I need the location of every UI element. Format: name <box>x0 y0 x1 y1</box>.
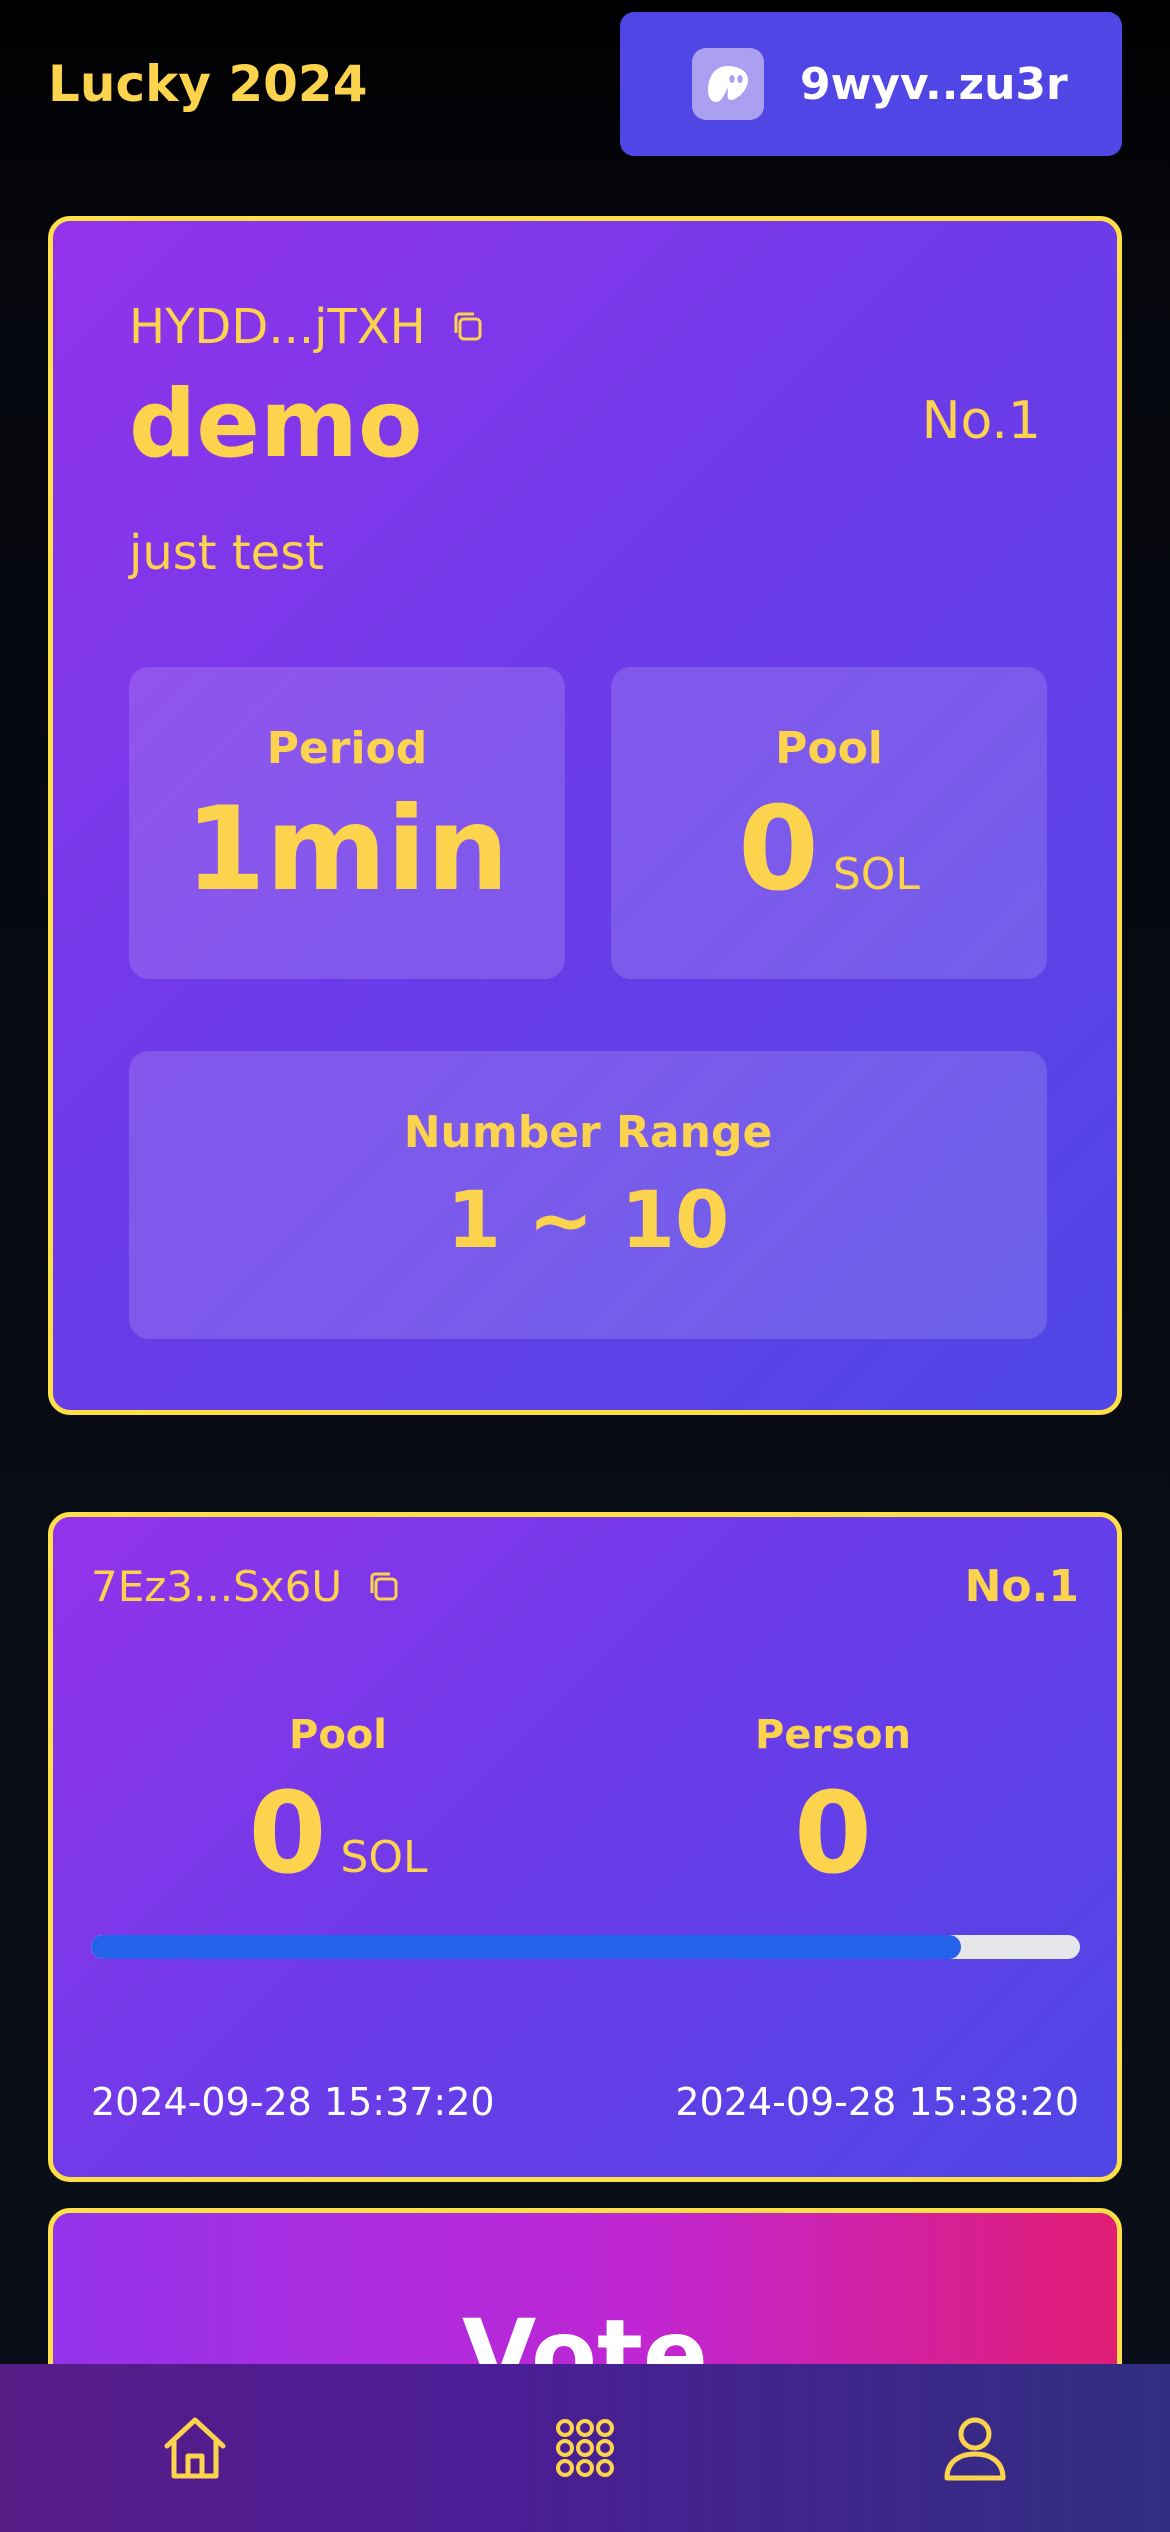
number-range-value: 1 ~ 10 <box>446 1176 730 1266</box>
wallet-address: 9wyv..zu3r <box>800 58 1068 110</box>
period-value-text: 1min <box>185 782 509 917</box>
pool-label: Pool <box>775 723 883 774</box>
round-pool-unit: SOL <box>340 1832 428 1883</box>
game-name: demo <box>129 370 423 479</box>
round-person-value: 0 <box>794 1769 872 1899</box>
game-description: just test <box>129 525 325 581</box>
round-progress-fill <box>91 1935 962 1959</box>
round-person-value-text: 0 <box>794 1769 872 1899</box>
nav-profile[interactable] <box>935 2408 1015 2488</box>
wallet-button[interactable]: 9wyv..zu3r <box>620 12 1122 156</box>
pool-box: Pool 0 SOL <box>611 667 1047 979</box>
pool-value-text: 0 <box>738 782 819 917</box>
round-end-time: 2024-09-28 15:38:20 <box>675 2080 1079 2124</box>
round-start-time: 2024-09-28 15:37:20 <box>91 2080 495 2124</box>
grid-icon <box>556 2419 614 2477</box>
copy-icon[interactable] <box>366 1569 402 1605</box>
number-range-label: Number Range <box>403 1107 773 1158</box>
game-rank: No.1 <box>921 391 1041 451</box>
period-label: Period <box>266 723 428 774</box>
game-address: HYDD...jTXH <box>129 299 426 355</box>
round-pool-value-text: 0 <box>248 1769 327 1899</box>
copy-icon[interactable] <box>450 309 486 345</box>
app-title: Lucky 2024 <box>48 55 368 113</box>
header: Lucky 2024 9wyv..zu3r <box>0 0 1170 190</box>
round-address: 7Ez3...Sx6U <box>91 1562 343 1611</box>
nav-apps[interactable] <box>545 2408 625 2488</box>
round-person: Person 0 <box>633 1709 1033 1899</box>
user-icon <box>944 2417 1006 2481</box>
ghost-icon <box>692 48 764 120</box>
number-range-box: Number Range 1 ~ 10 <box>129 1051 1047 1339</box>
round-card[interactable]: 7Ez3...Sx6U No.1 Pool 0 SOL Person 0 202… <box>48 1512 1122 2182</box>
period-value: 1min <box>185 785 509 915</box>
game-card[interactable]: HYDD...jTXH demo No.1 just test Period 1… <box>48 216 1122 1415</box>
pool-unit: SOL <box>832 849 920 900</box>
game-address-row: HYDD...jTXH <box>129 299 486 355</box>
round-progress-bar <box>91 1935 1080 1959</box>
bottom-nav <box>0 2364 1170 2532</box>
period-box: Period 1min <box>129 667 565 979</box>
round-person-label: Person <box>755 1712 911 1758</box>
round-pool-label: Pool <box>289 1712 387 1758</box>
round-pool-value: 0 SOL <box>248 1769 427 1923</box>
nav-home[interactable] <box>155 2408 235 2488</box>
round-pool: Pool 0 SOL <box>138 1709 538 1923</box>
round-rank: No.1 <box>964 1561 1079 1612</box>
home-icon <box>164 2417 226 2479</box>
round-address-row: 7Ez3...Sx6U <box>91 1557 402 1617</box>
pool-value: 0 SOL <box>738 785 920 940</box>
